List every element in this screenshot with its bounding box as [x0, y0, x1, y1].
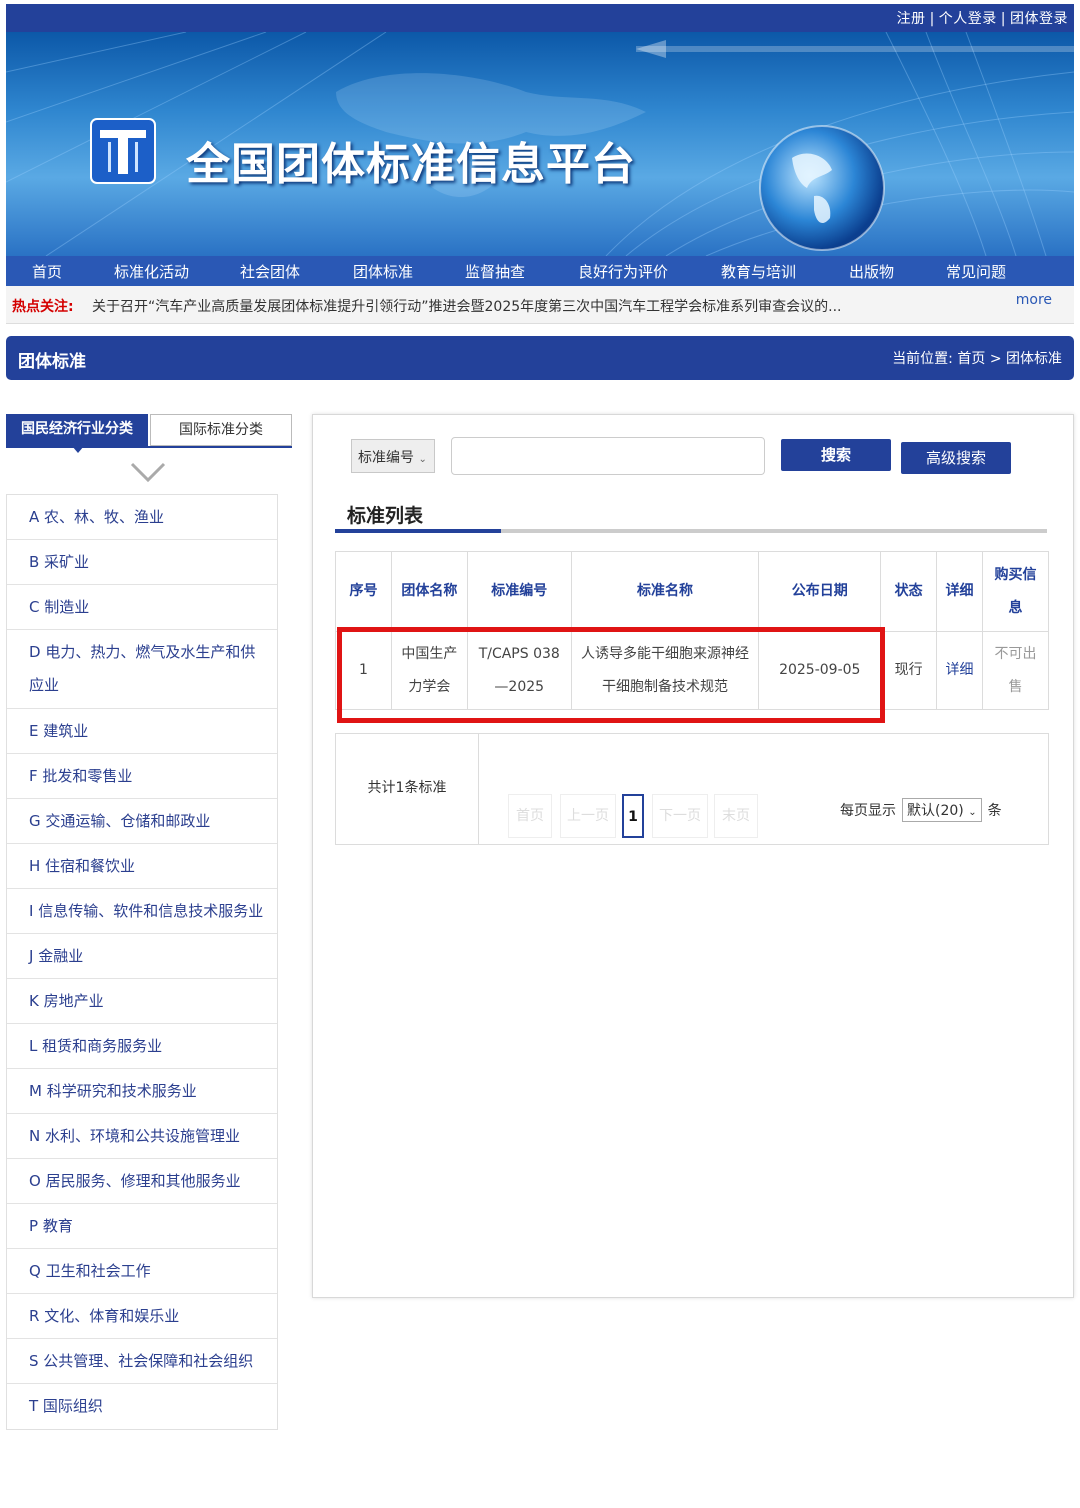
breadcrumb-current: 团体标准: [1006, 351, 1062, 367]
table-header-row: 序号 团体名称 标准编号 标准名称 公布日期 状态 详细 购买信息: [335, 551, 1049, 632]
register-link[interactable]: 注册: [897, 11, 926, 27]
link-separator: |: [929, 11, 935, 27]
sidebar-item-it[interactable]: I 信息传输、软件和信息技术服务业: [7, 889, 277, 934]
per-page-value: 默认(20): [907, 803, 964, 819]
nav-group-standards[interactable]: 团体标准: [353, 261, 413, 282]
table-row: 1 中国生产力学会 T/CAPS 038—2025 人诱导多能干细胞来源神经干细…: [335, 631, 1049, 710]
per-page-control: 每页显示 默认(20) ⌄ 条: [840, 798, 1002, 822]
nav-social-groups[interactable]: 社会团体: [240, 261, 300, 282]
sidebar-item-international-orgs[interactable]: T 国际组织: [7, 1384, 277, 1429]
column-header-name: 标准名称: [570, 551, 760, 632]
first-page-button[interactable]: 首页: [508, 794, 552, 838]
search-input[interactable]: [451, 437, 765, 475]
hot-news-more-link[interactable]: more: [1016, 292, 1052, 308]
sidebar-item-real-estate[interactable]: K 房地产业: [7, 979, 277, 1024]
nav-faq[interactable]: 常见问题: [946, 261, 1006, 282]
cell-status: 现行: [880, 631, 938, 710]
section-title: 团体标准: [18, 352, 86, 372]
sidebar-item-mining[interactable]: B 采矿业: [7, 540, 277, 585]
sidebar-item-wholesale-retail[interactable]: F 批发和零售业: [7, 754, 277, 799]
per-page-unit: 条: [987, 803, 1002, 819]
advanced-search-button[interactable]: 高级搜索: [901, 442, 1011, 474]
current-page-button[interactable]: 1: [622, 794, 644, 838]
sidebar-item-construction[interactable]: E 建筑业: [7, 709, 277, 754]
nav-standardization-activities[interactable]: 标准化活动: [114, 261, 189, 282]
column-header-status: 状态: [880, 551, 938, 632]
search-button[interactable]: 搜索: [781, 439, 891, 471]
chevron-down-icon: ⌄: [418, 454, 427, 465]
per-page-label: 每页显示: [840, 803, 896, 819]
top-bar: 注册 | 个人登录 | 团体登录: [6, 4, 1074, 32]
column-header-code: 标准编号: [466, 551, 572, 632]
standards-panel: 标准编号 ⌄ 搜索 高级搜索 标准列表 序号 团体名称 标准编号 标准名称 公布…: [312, 414, 1074, 1298]
breadcrumb-separator: >: [989, 351, 1002, 367]
account-links: 注册 | 个人登录 | 团体登录: [897, 8, 1068, 28]
sidebar-item-leasing[interactable]: L 租赁和商务服务业: [7, 1024, 277, 1069]
sidebar-tabs: 国民经济行业分类 国际标准分类: [6, 414, 292, 453]
section-header: 团体标准 当前位置: 首页 > 团体标准: [6, 336, 1074, 380]
group-login-link[interactable]: 团体登录: [1010, 11, 1068, 27]
sidebar-item-education[interactable]: P 教育: [7, 1204, 277, 1249]
chevron-down-icon[interactable]: [128, 458, 168, 486]
cell-index: 1: [335, 631, 392, 710]
cell-name: 人诱导多能干细胞来源神经干细胞制备技术规范: [570, 631, 760, 710]
list-title-underline: [335, 529, 501, 533]
cell-buy: 不可出售: [982, 631, 1049, 710]
sidebar-item-resident-services[interactable]: O 居民服务、修理和其他服务业: [7, 1159, 277, 1204]
total-count: 共计1条标准: [336, 734, 479, 844]
next-page-button[interactable]: 下一页: [652, 794, 708, 838]
per-page-select[interactable]: 默认(20) ⌄: [902, 798, 982, 822]
breadcrumb-home[interactable]: 首页: [957, 351, 985, 367]
platform-logo: [90, 118, 156, 184]
column-header-index: 序号: [335, 551, 392, 632]
nav-home[interactable]: 首页: [32, 261, 62, 282]
breadcrumb: 当前位置: 首页 > 团体标准: [892, 348, 1062, 368]
cell-date: 2025-09-05: [758, 631, 882, 710]
globe-graphic: [759, 125, 885, 251]
hot-news-link[interactable]: 关于召开“汽车产业高质量发展团体标准提升引领行动”推进会暨2025年度第三次中国…: [92, 296, 932, 316]
standards-table: 序号 团体名称 标准编号 标准名称 公布日期 状态 详细 购买信息 1 中国生产…: [335, 551, 1049, 710]
sidebar-item-transport[interactable]: G 交通运输、仓储和邮政业: [7, 799, 277, 844]
sidebar-tab-underline: [6, 446, 292, 448]
sidebar-item-public-admin[interactable]: S 公共管理、社会保障和社会组织: [7, 1339, 277, 1384]
nav-education[interactable]: 教育与培训: [721, 261, 796, 282]
sidebar-item-agriculture[interactable]: A 农、林、牧、渔业: [7, 495, 277, 540]
site-banner: 全国团体标准信息平台: [6, 32, 1074, 256]
sidebar-item-research[interactable]: M 科学研究和技术服务业: [7, 1069, 277, 1114]
list-title: 标准列表: [347, 505, 424, 527]
sidebar-item-culture[interactable]: R 文化、体育和娱乐业: [7, 1294, 277, 1339]
last-page-button[interactable]: 末页: [714, 794, 758, 838]
search-field-value: 标准编号: [358, 450, 414, 466]
column-header-org: 团体名称: [390, 551, 468, 632]
nav-publications[interactable]: 出版物: [849, 261, 894, 282]
tab-industry-classification[interactable]: 国民经济行业分类: [6, 414, 148, 446]
column-header-date: 公布日期: [758, 551, 882, 632]
sidebar-item-health[interactable]: Q 卫生和社会工作: [7, 1249, 277, 1294]
sidebar-item-finance[interactable]: J 金融业: [7, 934, 277, 979]
link-separator: |: [1000, 11, 1006, 27]
column-header-detail: 详细: [936, 551, 984, 632]
tab-international-classification[interactable]: 国际标准分类: [150, 414, 292, 446]
personal-login-link[interactable]: 个人登录: [939, 11, 997, 27]
sidebar-item-hospitality[interactable]: H 住宿和餐饮业: [7, 844, 277, 889]
sidebar-item-manufacturing[interactable]: C 制造业: [7, 585, 277, 630]
sidebar-item-utilities[interactable]: D 电力、热力、燃气及水生产和供应业: [7, 630, 277, 709]
chevron-down-icon: ⌄: [968, 807, 977, 818]
hot-news-label: 热点关注:: [12, 299, 74, 315]
site-title: 全国团体标准信息平台: [186, 139, 636, 190]
industry-category-list: A 农、林、牧、渔业 B 采矿业 C 制造业 D 电力、热力、燃气及水生产和供应…: [6, 494, 278, 1430]
search-field-select[interactable]: 标准编号 ⌄: [351, 439, 435, 473]
main-nav: 首页 标准化活动 社会团体 团体标准 监督抽查 良好行为评价 教育与培训 出版物…: [6, 256, 1074, 286]
breadcrumb-prefix: 当前位置:: [892, 351, 953, 367]
sidebar-item-water-environment[interactable]: N 水利、环境和公共设施管理业: [7, 1114, 277, 1159]
detail-link[interactable]: 详细: [936, 631, 984, 710]
pagination: 共计1条标准 首页 上一页 1 下一页 末页 每页显示 默认(20) ⌄ 条: [335, 733, 1049, 845]
hot-news-bar: 热点关注: 关于召开“汽车产业高质量发展团体标准提升引领行动”推进会暨2025年…: [6, 286, 1074, 324]
column-header-buy: 购买信息: [982, 551, 1049, 632]
nav-supervision[interactable]: 监督抽查: [465, 261, 525, 282]
cell-org: 中国生产力学会: [390, 631, 468, 710]
prev-page-button[interactable]: 上一页: [560, 794, 616, 838]
nav-good-behavior[interactable]: 良好行为评价: [578, 261, 668, 282]
cell-code: T/CAPS 038—2025: [466, 631, 572, 710]
